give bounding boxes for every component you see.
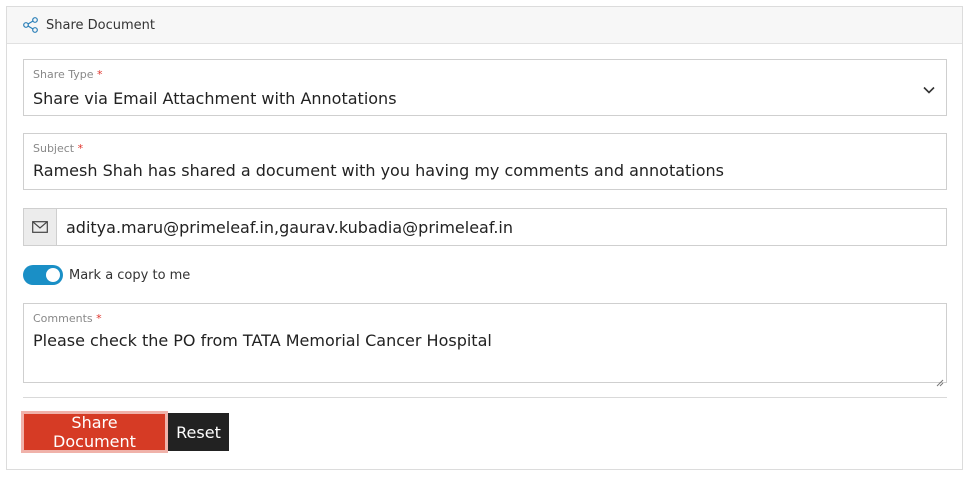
- resize-grip-icon[interactable]: [936, 372, 944, 387]
- card-header: Share Document: [7, 7, 962, 44]
- copy-to-me-row: Mark a copy to me: [23, 265, 190, 285]
- toggle-knob: [46, 268, 60, 282]
- comments-label: Comments *: [33, 312, 102, 325]
- share-type-select[interactable]: Share Type * Share via Email Attachment …: [23, 59, 947, 116]
- subject-label: Subject *: [33, 142, 84, 155]
- email-recipients-input[interactable]: [57, 209, 946, 245]
- copy-to-me-toggle[interactable]: [23, 265, 63, 285]
- subject-field[interactable]: Subject * Ramesh Shah has shared a docum…: [23, 133, 947, 190]
- envelope-icon: [24, 209, 57, 245]
- comments-value: Please check the PO from TATA Memorial C…: [33, 331, 492, 350]
- email-input-group: [23, 208, 947, 246]
- card-title: Share Document: [46, 17, 155, 33]
- copy-to-me-label: Mark a copy to me: [69, 267, 191, 283]
- share-icon: [22, 16, 40, 34]
- reset-button[interactable]: Reset: [168, 413, 229, 451]
- share-document-button[interactable]: Share Document: [21, 411, 168, 453]
- form-divider: [23, 397, 947, 398]
- share-type-value: Share via Email Attachment with Annotati…: [33, 89, 397, 108]
- chevron-down-icon[interactable]: [922, 82, 936, 96]
- share-type-label: Share Type *: [33, 68, 103, 81]
- comments-textarea[interactable]: Comments * Please check the PO from TATA…: [23, 303, 947, 387]
- share-document-card: Share Document Share Type * Share via Em…: [6, 6, 963, 470]
- subject-value: Ramesh Shah has shared a document with y…: [33, 161, 725, 180]
